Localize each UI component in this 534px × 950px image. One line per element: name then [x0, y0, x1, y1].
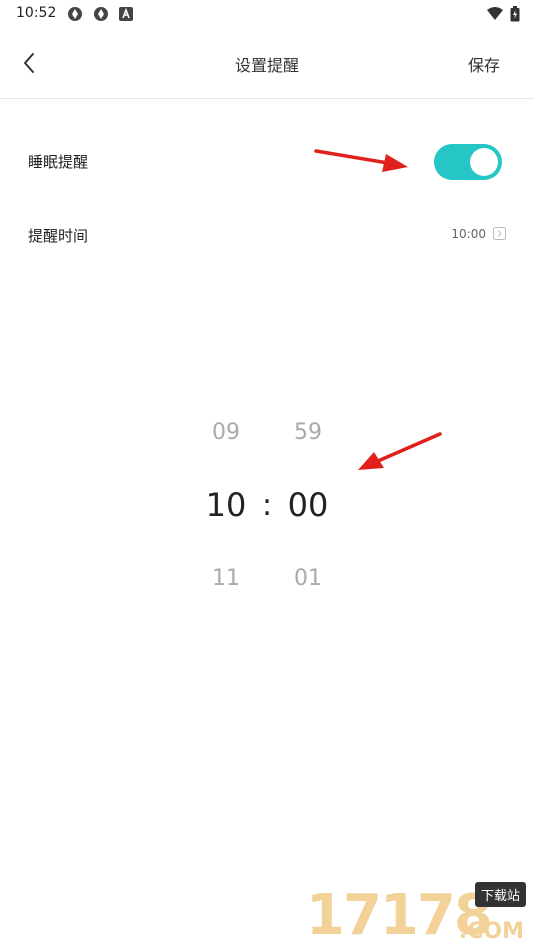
reminder-time-value: 10:00 [451, 227, 486, 241]
wifi-icon [487, 7, 503, 20]
aperture-icon [68, 7, 82, 21]
status-bar: 10:52 [0, 0, 534, 28]
hour-previous[interactable]: 09 [186, 420, 266, 445]
android-a-icon [119, 7, 133, 21]
hour-selected[interactable]: 10 [186, 486, 266, 524]
watermark-suffix: .COM [458, 919, 524, 944]
annotation-arrow [358, 432, 442, 470]
minute-previous[interactable]: 59 [268, 420, 348, 445]
sleep-reminder-toggle[interactable] [434, 144, 502, 180]
reminder-time-label: 提醒时间 [28, 227, 89, 245]
minute-next[interactable]: 01 [268, 566, 348, 591]
aperture-icon [94, 7, 108, 21]
sleep-reminder-label: 睡眠提醒 [28, 153, 89, 171]
save-button[interactable]: 保存 [468, 52, 500, 76]
toggle-knob [470, 148, 498, 176]
minute-selected[interactable]: 00 [268, 486, 348, 524]
time-picker[interactable]: 09 10 11 : 59 00 01 [0, 400, 534, 600]
chevron-right-icon [493, 227, 506, 240]
hour-next[interactable]: 11 [186, 566, 266, 591]
sleep-reminder-row: 睡眠提醒 [0, 136, 534, 186]
page-title: 设置提醒 [234, 56, 299, 75]
annotation-arrow [314, 149, 408, 172]
watermark-badge: 下载站 [474, 882, 526, 907]
reminder-time-row[interactable]: 提醒时间 10:00 [0, 210, 534, 260]
battery-charging-icon [510, 6, 520, 22]
header: 设置提醒 保存 [0, 28, 534, 99]
status-time: 10:52 [16, 5, 57, 21]
watermark-logo: 17178 下载站 .COM [306, 882, 528, 946]
